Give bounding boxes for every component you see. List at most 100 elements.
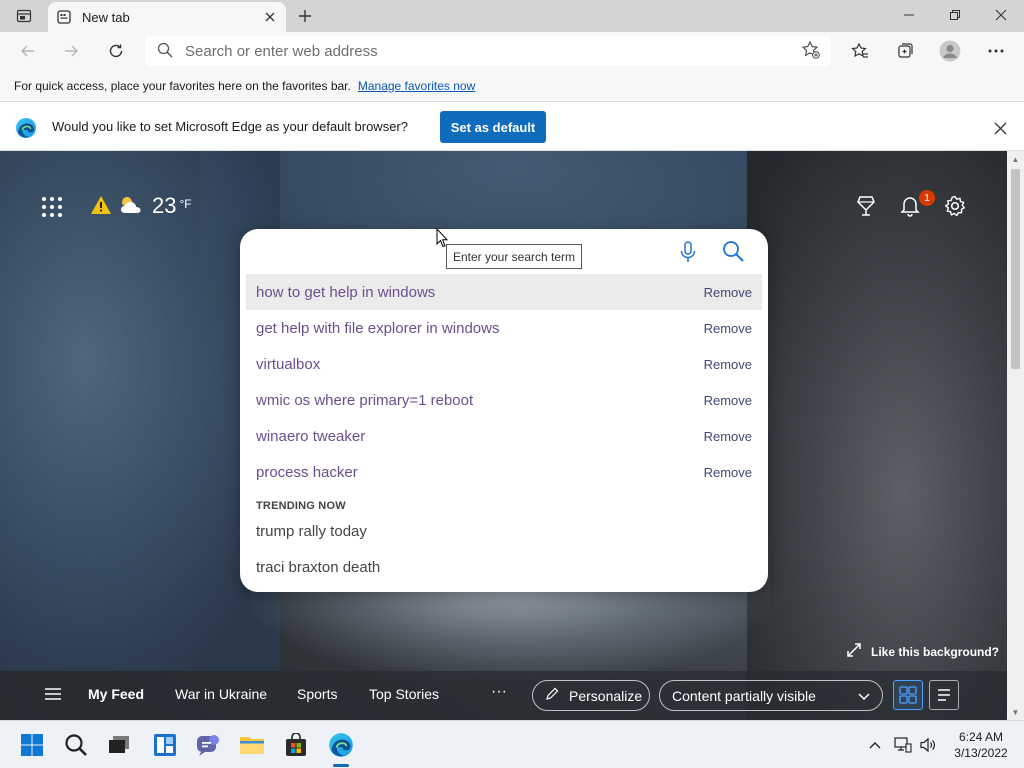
content-visibility-dropdown[interactable]: Content partially visible bbox=[659, 680, 883, 711]
search-tooltip: Enter your search term bbox=[446, 244, 582, 269]
feed-navigation-bar: My Feed War in Ukraine Sports Top Storie… bbox=[0, 671, 1007, 720]
show-hidden-icons-chevron-icon[interactable] bbox=[865, 735, 885, 755]
default-browser-infobar: Would you like to set Microsoft Edge as … bbox=[0, 103, 1024, 151]
store-icon[interactable] bbox=[282, 731, 310, 759]
favorites-bar: For quick access, place your favorites h… bbox=[0, 70, 1024, 102]
profile-avatar[interactable] bbox=[935, 37, 965, 65]
history-suggestion[interactable]: get help with file explorer in windows R… bbox=[246, 310, 762, 346]
history-suggestion[interactable]: process hacker Remove bbox=[246, 454, 762, 490]
remove-suggestion-button[interactable]: Remove bbox=[704, 285, 752, 300]
pencil-icon bbox=[545, 687, 559, 704]
remove-suggestion-button[interactable]: Remove bbox=[704, 321, 752, 336]
feed-tab-war-in-ukraine[interactable]: War in Ukraine bbox=[175, 686, 267, 702]
weather-widget[interactable]: 23 °F bbox=[90, 191, 192, 221]
forward-button[interactable] bbox=[56, 37, 86, 65]
volume-icon[interactable] bbox=[918, 735, 938, 755]
file-explorer-icon[interactable] bbox=[238, 731, 266, 759]
system-clock[interactable]: 6:24 AM 3/13/2022 bbox=[946, 729, 1016, 761]
scroll-up-icon[interactable]: ▲ bbox=[1007, 151, 1024, 167]
close-tab-icon[interactable] bbox=[262, 9, 278, 25]
suggestion-text: process hacker bbox=[256, 463, 358, 481]
history-suggestion[interactable]: how to get help in windows Remove bbox=[246, 274, 762, 310]
collections-icon[interactable] bbox=[890, 37, 920, 65]
close-infobar-icon[interactable] bbox=[990, 118, 1010, 138]
task-view-icon[interactable] bbox=[105, 731, 133, 759]
warning-icon bbox=[90, 195, 112, 218]
trending-suggestion[interactable]: trump rally today bbox=[256, 523, 367, 540]
grid-view-icon bbox=[899, 686, 917, 704]
back-button[interactable] bbox=[13, 37, 43, 65]
temperature: 23 bbox=[152, 193, 177, 218]
network-icon[interactable] bbox=[893, 735, 913, 755]
set-as-default-button[interactable]: Set as default bbox=[440, 111, 546, 143]
expand-icon bbox=[847, 643, 861, 660]
chevron-down-icon bbox=[858, 688, 870, 704]
taskbar: 6:24 AM 3/13/2022 bbox=[0, 720, 1024, 768]
edge-logo-icon bbox=[15, 117, 37, 139]
favorites-bar-message: For quick access, place your favorites h… bbox=[14, 78, 351, 93]
history-suggestion[interactable]: winaero tweaker Remove bbox=[246, 418, 762, 454]
title-bar: New tab bbox=[0, 0, 1024, 32]
app-launcher-icon[interactable] bbox=[40, 195, 64, 219]
tab-new-tab[interactable]: New tab bbox=[48, 2, 286, 32]
address-placeholder: Search or enter web address bbox=[185, 42, 378, 60]
clock-time: 6:24 AM bbox=[958, 730, 1004, 744]
personalize-button[interactable]: Personalize bbox=[532, 680, 650, 711]
suggestion-text: wmic os where primary=1 reboot bbox=[256, 391, 474, 409]
close-window-button[interactable] bbox=[978, 0, 1024, 30]
minimize-button[interactable] bbox=[886, 0, 932, 30]
history-suggestion[interactable]: virtualbox Remove bbox=[246, 346, 762, 382]
feed-tab-my-feed[interactable]: My Feed bbox=[88, 686, 144, 702]
address-bar[interactable]: Search or enter web address bbox=[145, 36, 831, 66]
content-visibility-value: Content partially visible bbox=[672, 687, 816, 704]
list-view-button[interactable] bbox=[929, 680, 959, 710]
trending-suggestion[interactable]: traci braxton death bbox=[256, 559, 380, 576]
search-icon[interactable] bbox=[62, 731, 90, 759]
add-favorite-icon[interactable] bbox=[801, 40, 821, 63]
clock-date: 3/13/2022 bbox=[954, 746, 1008, 760]
manage-favorites-link[interactable]: Manage favorites now bbox=[358, 79, 475, 93]
partly-cloudy-icon bbox=[118, 194, 144, 219]
remove-suggestion-button[interactable]: Remove bbox=[704, 465, 752, 480]
vertical-scrollbar[interactable]: ▲ ▼ bbox=[1007, 151, 1024, 720]
favorites-icon[interactable] bbox=[845, 37, 875, 65]
scroll-down-icon[interactable]: ▼ bbox=[1007, 704, 1024, 720]
refresh-button[interactable] bbox=[101, 37, 131, 65]
widgets-icon[interactable] bbox=[151, 731, 179, 759]
edge-icon[interactable] bbox=[327, 731, 355, 759]
notification-badge: 1 bbox=[919, 190, 935, 206]
active-app-indicator bbox=[333, 764, 349, 767]
like-background-button[interactable]: Like this background? bbox=[847, 643, 999, 660]
remove-suggestion-button[interactable]: Remove bbox=[704, 393, 752, 408]
list-view-icon bbox=[938, 689, 950, 701]
scrollbar-thumb[interactable] bbox=[1011, 169, 1020, 369]
rewards-icon[interactable] bbox=[853, 193, 879, 219]
feed-tab-top-stories[interactable]: Top Stories bbox=[369, 686, 439, 702]
suggestion-text: how to get help in windows bbox=[256, 283, 436, 301]
search-suggestions-panel: how to get help in windows Remove get he… bbox=[240, 229, 768, 592]
settings-gear-icon[interactable] bbox=[942, 193, 968, 219]
personalize-label: Personalize bbox=[569, 687, 643, 704]
chat-icon[interactable] bbox=[194, 731, 222, 759]
restore-button[interactable] bbox=[932, 0, 978, 30]
remove-suggestion-button[interactable]: Remove bbox=[704, 429, 752, 444]
tab-actions-icon[interactable] bbox=[8, 4, 40, 28]
feed-tab-sports[interactable]: Sports bbox=[297, 686, 337, 702]
feed-menu-icon[interactable] bbox=[44, 687, 64, 703]
remove-suggestion-button[interactable]: Remove bbox=[704, 357, 752, 372]
like-background-label: Like this background? bbox=[871, 644, 1000, 659]
tab-title: New tab bbox=[82, 9, 130, 25]
search-submit-icon[interactable] bbox=[722, 240, 744, 262]
grid-view-button[interactable] bbox=[893, 680, 923, 710]
feed-more-button[interactable]: ··· bbox=[491, 683, 507, 701]
background-image bbox=[747, 151, 1007, 720]
windows-start-icon[interactable] bbox=[18, 731, 46, 759]
temperature-unit: °F bbox=[179, 197, 192, 211]
more-menu-icon[interactable] bbox=[981, 37, 1011, 65]
background-image bbox=[0, 151, 280, 671]
new-tab-button[interactable] bbox=[292, 4, 318, 28]
trending-heading: TRENDING NOW bbox=[256, 500, 346, 512]
mouse-cursor-icon bbox=[436, 227, 449, 248]
microphone-icon[interactable] bbox=[678, 241, 698, 263]
history-suggestion[interactable]: wmic os where primary=1 reboot Remove bbox=[246, 382, 762, 418]
